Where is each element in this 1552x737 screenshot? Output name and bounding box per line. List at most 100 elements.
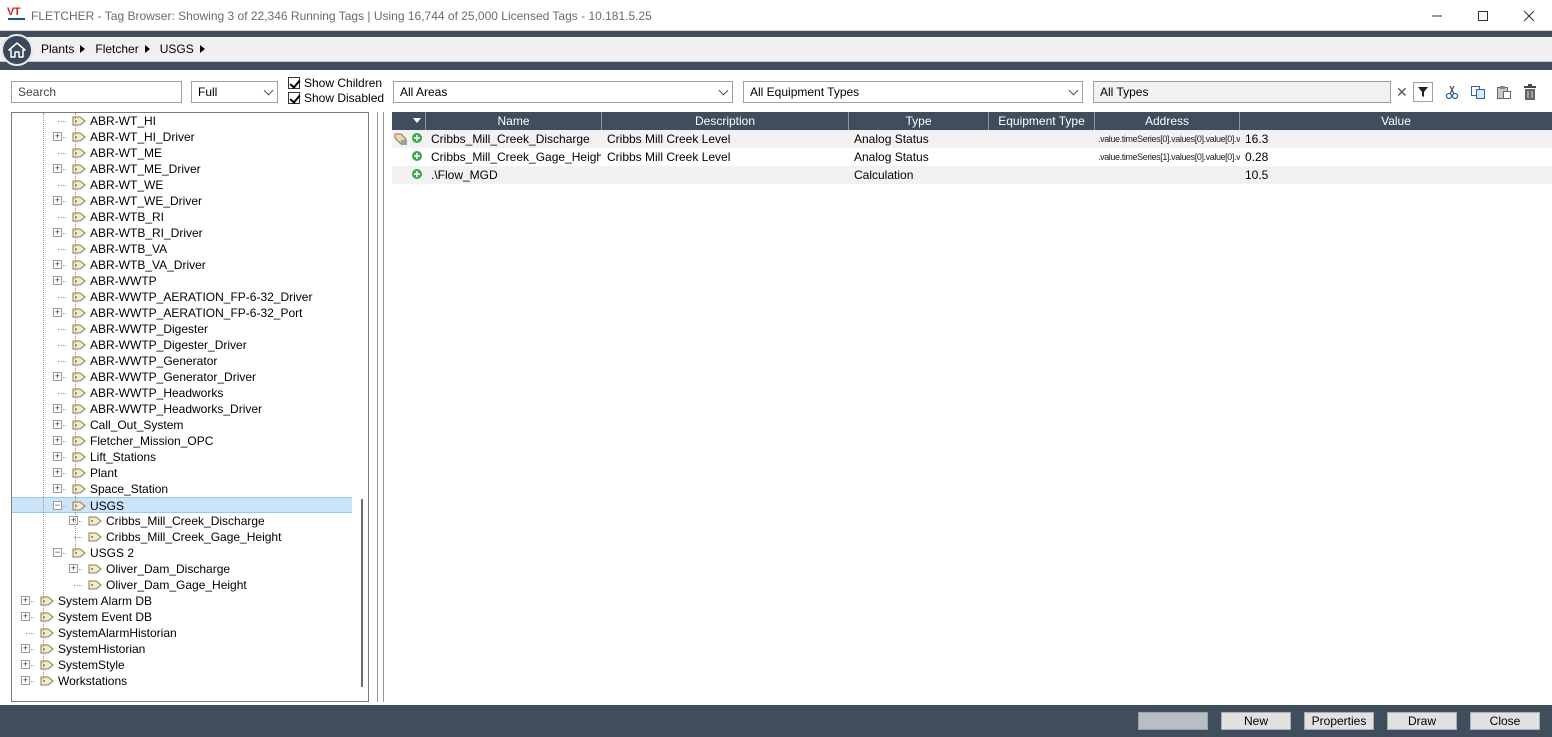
expand-icon[interactable]: + xyxy=(21,660,30,669)
types-select[interactable]: All Types xyxy=(1093,81,1391,103)
breadcrumb-item[interactable]: Plants xyxy=(41,42,74,56)
tree-item[interactable]: + ABR-WWTP_Headworks_Driver xyxy=(12,401,352,417)
breadcrumb-arrow-icon[interactable] xyxy=(199,45,205,53)
chevron-down-icon xyxy=(718,85,729,96)
expand-icon[interactable]: + xyxy=(53,484,62,493)
new-button[interactable]: New xyxy=(1221,712,1291,730)
tree-item[interactable]: Cribbs_Mill_Creek_Gage_Height xyxy=(12,529,352,545)
pane-splitter[interactable] xyxy=(377,112,384,702)
expand-icon[interactable]: + xyxy=(21,676,30,685)
breadcrumb-item[interactable]: USGS xyxy=(160,42,194,56)
tree-item[interactable]: + Call_Out_System xyxy=(12,417,352,433)
tree-item[interactable]: ABR-WWTP_AERATION_FP-6-32_Driver xyxy=(12,289,352,305)
areas-select[interactable]: All Areas xyxy=(393,81,733,103)
equipment-types-select[interactable]: All Equipment Types xyxy=(743,81,1083,103)
show-children-checkbox[interactable]: Show Children xyxy=(288,76,382,90)
tree-item[interactable]: + SystemHistorian xyxy=(12,641,352,657)
cut-button[interactable] xyxy=(1442,82,1462,102)
breadcrumb-item[interactable]: Fletcher xyxy=(95,42,138,56)
tree-item[interactable]: SystemAlarmHistorian xyxy=(12,625,352,641)
tree-item[interactable]: ABR-WWTP_Digester xyxy=(12,321,352,337)
tag-tree[interactable]: ABR-WT_HI + ABR-WT_HI_Driver ABR-WT_ME + ABR-… xyxy=(11,112,369,702)
tree-item[interactable]: ABR-WWTP_Digester_Driver xyxy=(12,337,352,353)
tree-item[interactable]: + ABR-WT_ME_Driver xyxy=(12,161,352,177)
tree-item[interactable]: + ABR-WT_HI_Driver xyxy=(12,129,352,145)
column-header-address[interactable]: Address xyxy=(1095,112,1240,130)
expand-icon[interactable]: + xyxy=(53,164,62,173)
column-header-value[interactable]: Value xyxy=(1240,112,1552,130)
table-row[interactable]: Cribbs_Mill_Creek_Gage_Height Cribbs Mil… xyxy=(392,148,1552,166)
filter-button[interactable] xyxy=(1413,82,1433,102)
draw-button[interactable]: Draw xyxy=(1387,712,1457,730)
tree-item[interactable]: ABR-WT_HI xyxy=(12,113,352,129)
maximize-button[interactable] xyxy=(1460,0,1506,31)
close-button[interactable]: Close xyxy=(1470,712,1540,730)
expand-icon[interactable]: + xyxy=(53,132,62,141)
tree-item[interactable]: ABR-WT_WE xyxy=(12,177,352,193)
home-button[interactable] xyxy=(1,34,33,66)
show-disabled-checkbox[interactable]: Show Disabled xyxy=(288,91,384,105)
tree-item[interactable]: + ABR-WTB_VA_Driver xyxy=(12,257,352,273)
delete-button[interactable] xyxy=(1520,82,1540,102)
collapse-icon[interactable]: − xyxy=(53,548,62,557)
expand-icon[interactable]: + xyxy=(53,308,62,317)
expand-icon[interactable]: + xyxy=(53,372,62,381)
tree-item[interactable]: − USGS xyxy=(12,497,352,513)
tree-item[interactable]: + System Alarm DB xyxy=(12,593,352,609)
expand-icon[interactable]: + xyxy=(53,468,62,477)
tree-item[interactable]: + System Event DB xyxy=(12,609,352,625)
expand-icon[interactable]: + xyxy=(53,196,62,205)
tree-item[interactable]: + ABR-WTB_RI_Driver xyxy=(12,225,352,241)
tree-item[interactable]: + Lift_Stations xyxy=(12,449,352,465)
column-header-type[interactable]: Type xyxy=(849,112,989,130)
expand-icon[interactable]: + xyxy=(53,436,62,445)
expand-icon[interactable]: + xyxy=(53,452,62,461)
clear-filter-button[interactable]: ✕ xyxy=(1396,84,1408,101)
minimize-button[interactable] xyxy=(1414,0,1460,31)
column-header-description[interactable]: Description xyxy=(602,112,849,130)
tree-item[interactable]: + ABR-WWTP xyxy=(12,273,352,289)
column-header-equipment-type[interactable]: Equipment Type xyxy=(989,112,1095,130)
expand-icon[interactable]: + xyxy=(53,260,62,269)
tree-scrollbar[interactable] xyxy=(357,113,368,701)
tree-item[interactable]: + ABR-WWTP_AERATION_FP-6-32_Port xyxy=(12,305,352,321)
chevron-down-icon xyxy=(263,85,274,96)
tree-item[interactable]: + Cribbs_Mill_Creek_Discharge xyxy=(12,513,352,529)
close-window-button[interactable] xyxy=(1506,0,1552,31)
tree-item[interactable]: ABR-WT_ME xyxy=(12,145,352,161)
expand-icon[interactable]: + xyxy=(53,420,62,429)
expand-icon[interactable]: + xyxy=(21,644,30,653)
paste-button[interactable] xyxy=(1494,82,1514,102)
column-selector[interactable] xyxy=(392,112,426,130)
tree-scrollbar-thumb[interactable] xyxy=(361,499,363,687)
properties-button[interactable]: Properties xyxy=(1304,712,1374,730)
tree-item[interactable]: ABR-WWTP_Generator xyxy=(12,353,352,369)
tree-item[interactable]: ABR-WTB_RI xyxy=(12,209,352,225)
expand-icon[interactable]: + xyxy=(69,516,78,525)
tree-item[interactable]: + ABR-WWTP_Generator_Driver xyxy=(12,369,352,385)
expand-icon[interactable]: + xyxy=(21,596,30,605)
expand-icon[interactable]: + xyxy=(53,228,62,237)
tree-item[interactable]: + Workstations xyxy=(12,673,352,689)
tree-item[interactable]: + Space_Station xyxy=(12,481,352,497)
view-mode-select[interactable]: Full xyxy=(191,81,278,103)
tree-item[interactable]: + Oliver_Dam_Discharge xyxy=(12,561,352,577)
tree-item[interactable]: + SystemStyle xyxy=(12,657,352,673)
search-input[interactable]: Search xyxy=(11,81,182,103)
expand-icon[interactable]: + xyxy=(53,276,62,285)
column-header-name[interactable]: Name xyxy=(426,112,602,130)
tree-item[interactable]: − USGS 2 xyxy=(12,545,352,561)
tree-item[interactable]: + ABR-WT_WE_Driver xyxy=(12,193,352,209)
tree-item[interactable]: Oliver_Dam_Gage_Height xyxy=(12,577,352,593)
copy-button[interactable] xyxy=(1468,82,1488,102)
table-row[interactable]: .\Flow_MGD Calculation 10.5 xyxy=(392,166,1552,184)
tree-item[interactable]: + Plant xyxy=(12,465,352,481)
tree-item[interactable]: + Fletcher_Mission_OPC xyxy=(12,433,352,449)
expand-icon[interactable]: + xyxy=(21,612,30,621)
table-row[interactable]: Cribbs_Mill_Creek_Discharge Cribbs Mill … xyxy=(392,130,1552,148)
tree-item[interactable]: ABR-WWTP_Headworks xyxy=(12,385,352,401)
expand-icon[interactable]: + xyxy=(69,564,78,573)
tree-item[interactable]: ABR-WTB_VA xyxy=(12,241,352,257)
expand-icon[interactable]: + xyxy=(53,404,62,413)
collapse-icon[interactable]: − xyxy=(53,501,62,510)
